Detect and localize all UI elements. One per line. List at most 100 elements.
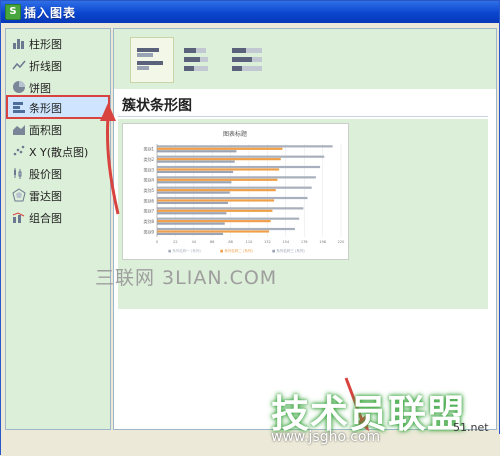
sidebar-item-scatter[interactable]: X Y(散点图) (8, 141, 108, 161)
bar-series-2 (157, 230, 270, 233)
bar-series-1 (157, 155, 325, 158)
sidebar-item-label: 条形图 (29, 102, 62, 115)
chart-legend: ■ 系列名称一 (系列) ■ 系列名称二 (系列) ■ 系列名称三 (系列) (168, 248, 305, 253)
x-tick-label: 88 (228, 240, 232, 244)
insert-chart-dialog: S 插入图表 柱形图 折线图 饼图 条形图 面积图 X Y(散点图) 股价图 雷… (0, 0, 500, 456)
area-chart-icon (13, 125, 25, 135)
y-category-label: 类别3 (143, 166, 154, 172)
line-chart-icon (12, 60, 26, 70)
bar-series-1 (157, 227, 295, 231)
x-tick-label: 132 (264, 240, 271, 244)
y-category-label: 类别4 (143, 177, 154, 183)
legend-entry: ■ 系列名称一 (系列) (168, 248, 201, 253)
subtype-thumbnail-strip (114, 29, 496, 89)
bar-series-1 (157, 165, 321, 169)
bar-series-3 (157, 160, 235, 163)
x-tick-label: 154 (282, 240, 289, 244)
bar-series-2 (157, 158, 281, 161)
bar-series-3 (157, 212, 227, 215)
sidebar-item-label: 柱形图 (29, 38, 62, 51)
y-category-label: 类别6 (143, 197, 154, 203)
divider (118, 116, 488, 117)
watermark-3lian: 三联网 3LIAN.COM (95, 267, 278, 289)
bar-series-2 (157, 220, 271, 223)
watermark-corner: 51.net (453, 421, 489, 434)
sidebar-item-line[interactable]: 折线图 (8, 55, 108, 75)
chart-title: 图表标题 (223, 130, 247, 138)
sidebar-item-label: 饼图 (29, 82, 51, 95)
x-tick-label: 176 (301, 240, 308, 244)
sidebar-item-label: 股价图 (29, 168, 62, 181)
percent-stacked-bar-icon (232, 48, 262, 71)
bar-series-1 (157, 207, 304, 210)
bar-series-2 (157, 168, 280, 171)
sidebar-item-area[interactable]: 面积图 (8, 119, 108, 139)
bar-chart-icon (13, 102, 25, 113)
sidebar-item-combo[interactable]: 组合图 (8, 207, 108, 227)
sidebar-item-bar[interactable]: 条形图 (6, 95, 110, 119)
sidebar-item-label: 面积图 (29, 124, 62, 137)
window-title: 插入图表 (24, 6, 77, 20)
chart-preview-panel: 簇状条形图 图表标题 0 22 44 66 88 110 132 154 176 198 220 类别… (113, 28, 497, 430)
bar-series-3 (157, 170, 234, 174)
x-tick-label: 198 (319, 240, 326, 244)
bar-series-3 (157, 232, 224, 236)
chart-subtype-title: 簇状条形图 (122, 98, 192, 114)
y-category-label: 类别5 (143, 187, 154, 193)
plot-area: 0 22 44 66 88 110 132 154 176 198 220 类别1 类别2 类别3 类别4 类… (143, 144, 344, 244)
bar-series-3 (157, 191, 230, 194)
sidebar-item-radar[interactable]: 雷达图 (8, 185, 108, 205)
x-tick-label: 22 (173, 240, 177, 244)
legend-entry: ■ 系列名称二 (系列) (220, 248, 253, 253)
bar-series-2 (157, 209, 273, 212)
pie-chart-icon (13, 81, 25, 93)
x-tick-label: 220 (338, 240, 345, 244)
legend-entry: ■ 系列名称三 (系列) (272, 248, 305, 253)
bar-series-1 (157, 176, 316, 179)
chart-type-sidebar: 柱形图 折线图 饼图 条形图 面积图 X Y(散点图) 股价图 雷达图 组合图 (5, 28, 111, 430)
bar-series-3 (157, 222, 225, 225)
y-category-label: 类别2 (143, 156, 154, 162)
bar-series-2 (157, 178, 278, 181)
bar-series-1 (157, 196, 308, 200)
title-bar[interactable]: S 插入图表 (1, 1, 499, 23)
bar-series-1 (157, 186, 312, 189)
sidebar-item-label: 雷达图 (29, 190, 62, 203)
thumb-clustered-bar[interactable] (130, 37, 174, 83)
sidebar-item-column[interactable]: 柱形图 (8, 33, 108, 53)
stacked-bar-icon (184, 48, 208, 71)
sidebar-item-label: 折线图 (29, 60, 62, 73)
preview-chart: 图表标题 0 22 44 66 88 110 132 154 176 198 220 类别1 类别2 类别… (143, 130, 344, 253)
bar-series-1 (157, 145, 333, 148)
sidebar-item-stock[interactable]: 股价图 (8, 163, 108, 183)
y-category-label: 类别9 (143, 228, 154, 234)
sidebar-item-label: 组合图 (29, 212, 62, 225)
watermark-url: www.jsgho.com (271, 429, 381, 445)
stock-chart-icon (14, 168, 22, 179)
x-tick-label: 66 (210, 240, 214, 244)
sidebar-item-pie[interactable]: 饼图 (8, 77, 108, 97)
bar-series-3 (157, 150, 237, 153)
bar-series-3 (157, 201, 229, 205)
y-category-label: 类别7 (143, 208, 154, 214)
red-arrow-sidebar (100, 103, 120, 215)
radar-chart-icon (12, 188, 26, 202)
bar-series-2 (157, 189, 276, 192)
sidebar-item-label: X Y(散点图) (29, 146, 89, 159)
y-category-label: 类别8 (143, 218, 154, 224)
scatter-chart-icon (13, 145, 25, 156)
thumb-100-stacked-bar[interactable] (226, 37, 268, 81)
x-tick-label: 110 (246, 240, 253, 244)
column-chart-icon (13, 39, 24, 49)
chart-preview: 图表标题 0 22 44 66 88 110 132 154 176 198 220 类别1 类别2 类别… (122, 123, 349, 260)
y-category-label: 类别1 (143, 146, 154, 152)
bar-series-3 (157, 181, 232, 184)
bar-series-1 (157, 217, 300, 220)
x-tick-label: 0 (156, 240, 158, 244)
bar-series-2 (157, 147, 283, 150)
bar-series-2 (157, 199, 275, 202)
x-tick-label: 44 (192, 240, 197, 244)
app-icon: S (5, 4, 21, 20)
thumb-stacked-bar[interactable] (178, 37, 220, 81)
combo-chart-icon (12, 212, 25, 223)
